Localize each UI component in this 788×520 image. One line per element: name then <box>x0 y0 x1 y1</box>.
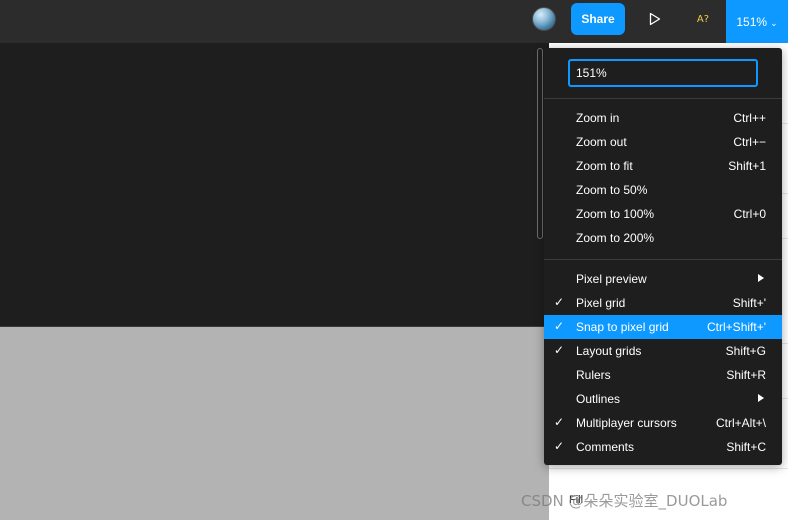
font-warning-icon: A? <box>696 13 710 25</box>
menu-item-shortcut: Shift+1 <box>728 159 766 173</box>
menu-item-shortcut: Ctrl+Alt+\ <box>715 416 766 430</box>
menu-item-zoom-50[interactable]: Zoom to 50% <box>544 178 782 202</box>
menu-item-label: Layout grids <box>576 344 642 358</box>
check-icon: ✓ <box>554 439 565 453</box>
menu-item-zoom-100[interactable]: Zoom to 100% Ctrl+0 <box>544 202 782 226</box>
menu-item-snap-to-pixel-grid[interactable]: ✓ Snap to pixel grid Ctrl+Shift+' <box>544 315 782 339</box>
check-icon: ✓ <box>554 343 565 357</box>
menu-item-label: Multiplayer cursors <box>576 416 677 430</box>
check-icon: ✓ <box>554 415 565 429</box>
menu-item-shortcut: Shift+' <box>732 296 766 310</box>
menu-item-zoom-in[interactable]: Zoom in Ctrl++ <box>544 106 782 130</box>
zoom-percentage-input[interactable] <box>568 59 758 87</box>
zoom-view-menu: Zoom in Ctrl++ Zoom out Ctrl+− Zoom to f… <box>544 48 782 465</box>
submenu-arrow-icon <box>758 394 764 402</box>
menu-item-zoom-out[interactable]: Zoom out Ctrl+− <box>544 130 782 154</box>
panel-divider <box>549 468 788 469</box>
menu-item-label: Snap to pixel grid <box>576 320 669 334</box>
menu-separator <box>544 259 782 260</box>
menu-item-shortcut: Shift+G <box>725 344 766 358</box>
check-icon: ✓ <box>554 295 565 309</box>
menu-item-label: Zoom to 100% <box>576 207 655 221</box>
menu-item-zoom-200[interactable]: Zoom to 200% <box>544 226 782 250</box>
menu-item-label: Outlines <box>576 392 621 406</box>
menu-item-rulers[interactable]: Rulers Shift+R <box>544 363 782 387</box>
menu-item-outlines[interactable]: Outlines <box>544 387 782 411</box>
menu-item-shortcut: Shift+C <box>726 440 766 454</box>
play-icon <box>649 12 661 26</box>
menu-item-zoom-to-fit[interactable]: Zoom to fit Shift+1 <box>544 154 782 178</box>
menu-item-shortcut: Shift+R <box>726 368 766 382</box>
menu-item-label: Rulers <box>576 368 611 382</box>
menu-item-comments[interactable]: ✓ Comments Shift+C <box>544 435 782 459</box>
canvas-area[interactable] <box>0 43 549 327</box>
menu-item-pixel-preview[interactable]: Pixel preview <box>544 267 782 291</box>
menu-item-label: Zoom to 200% <box>576 231 655 245</box>
menu-item-pixel-grid[interactable]: ✓ Pixel grid Shift+' <box>544 291 782 315</box>
menu-item-layout-grids[interactable]: ✓ Layout grids Shift+G <box>544 339 782 363</box>
menu-item-shortcut: Ctrl+− <box>733 135 766 149</box>
toolbar: Share A? 151% ⌄ <box>0 0 788 43</box>
menu-separator <box>544 98 782 99</box>
menu-item-label: Zoom out <box>576 135 627 149</box>
zoom-dropdown-button[interactable]: 151% ⌄ <box>726 0 788 43</box>
menu-item-label: Zoom to fit <box>576 159 633 173</box>
menu-item-label: Zoom in <box>576 111 620 125</box>
submenu-arrow-icon <box>758 274 764 282</box>
menu-item-label: Comments <box>576 440 635 454</box>
menu-item-label: Pixel preview <box>576 272 647 286</box>
check-icon: ✓ <box>554 319 565 333</box>
zoom-level-label: 151% <box>736 14 768 29</box>
chevron-down-icon: ⌄ <box>770 18 778 28</box>
watermark: CSDN @朵朵实验室_DUOLab <box>521 492 728 510</box>
menu-item-label: Zoom to 50% <box>576 183 648 197</box>
menu-item-shortcut: Ctrl++ <box>733 111 766 125</box>
menu-item-shortcut: Ctrl+0 <box>733 207 766 221</box>
present-button[interactable] <box>643 8 667 30</box>
menu-item-shortcut: Ctrl+Shift+' <box>707 320 766 334</box>
canvas-lower-area[interactable] <box>0 327 549 520</box>
menu-item-label: Pixel grid <box>576 296 626 310</box>
missing-fonts-button[interactable]: A? <box>690 8 716 30</box>
share-button[interactable]: Share <box>571 3 625 35</box>
canvas-scrollbar[interactable] <box>537 48 543 239</box>
user-avatar[interactable] <box>532 7 556 31</box>
menu-item-multiplayer-cursors[interactable]: ✓ Multiplayer cursors Ctrl+Alt+\ <box>544 411 782 435</box>
